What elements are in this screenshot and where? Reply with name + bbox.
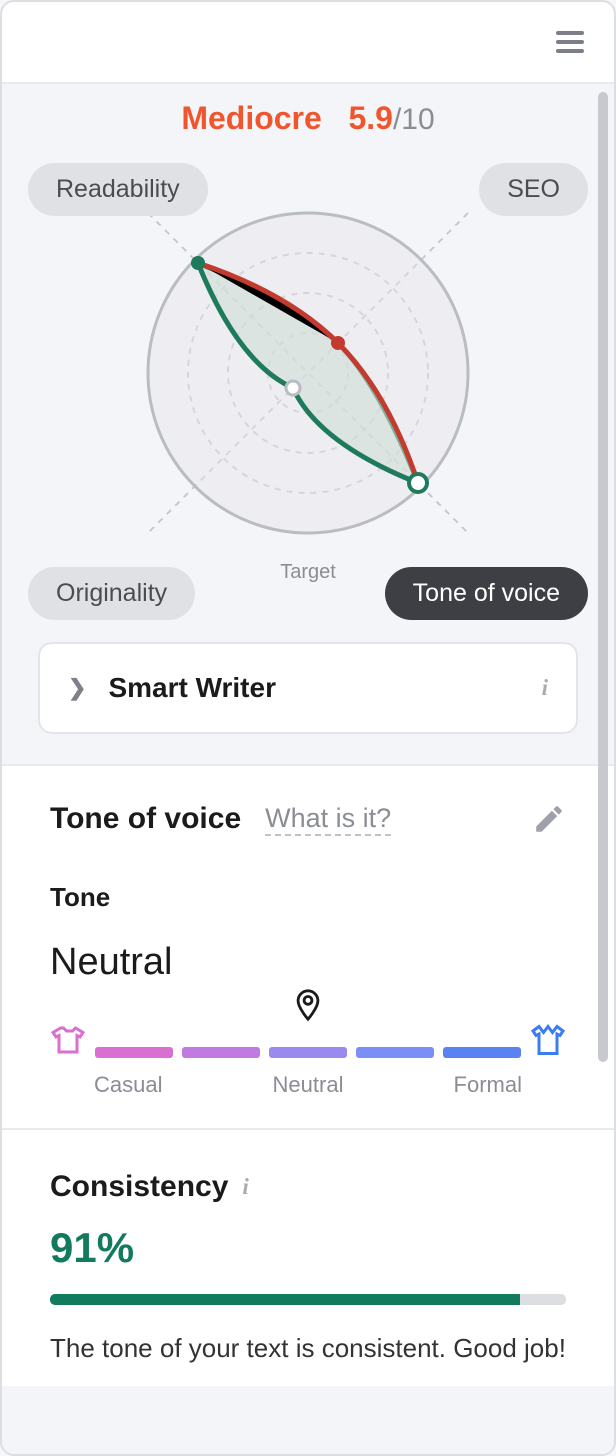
app-frame: Mediocre 5.9/10 Readability SEO Original… bbox=[0, 0, 616, 1456]
consistency-section: Consistency i 91% The tone of your text … bbox=[2, 1128, 614, 1386]
tone-seg-3 bbox=[269, 1047, 347, 1058]
tov-section-title: Tone of voice bbox=[50, 802, 241, 836]
menu-icon[interactable] bbox=[556, 25, 590, 59]
tone-label-casual: Casual bbox=[94, 1072, 162, 1098]
tone-label: Tone bbox=[50, 882, 566, 913]
smart-writer-label: Smart Writer bbox=[108, 672, 276, 704]
scrollbar[interactable] bbox=[598, 92, 608, 1062]
score-max: /10 bbox=[393, 103, 435, 136]
pill-tone-of-voice[interactable]: Tone of voice bbox=[385, 567, 588, 620]
tone-seg-5 bbox=[443, 1047, 521, 1058]
info-icon[interactable]: i bbox=[242, 1174, 248, 1200]
tone-label-neutral: Neutral bbox=[273, 1072, 344, 1098]
tone-value: Neutral bbox=[50, 941, 566, 984]
info-icon[interactable]: i bbox=[542, 675, 548, 701]
pill-readability[interactable]: Readability bbox=[28, 163, 208, 216]
radar-area: Readability SEO Originality Tone of voic… bbox=[2, 137, 614, 618]
consistency-message: The tone of your text is consistent. Goo… bbox=[50, 1331, 566, 1366]
tone-slider[interactable] bbox=[50, 1022, 566, 1058]
tone-label-formal: Formal bbox=[454, 1072, 522, 1098]
tone-seg-1 bbox=[95, 1047, 173, 1058]
topbar bbox=[2, 2, 614, 84]
pill-originality[interactable]: Originality bbox=[28, 567, 195, 620]
consistency-percent: 91% bbox=[50, 1224, 566, 1272]
edit-icon[interactable] bbox=[532, 802, 566, 836]
tone-seg-2 bbox=[182, 1047, 260, 1058]
overall-score: Mediocre 5.9/10 bbox=[2, 84, 614, 137]
score-word: Mediocre bbox=[181, 100, 321, 136]
consistency-bar-fill bbox=[50, 1294, 520, 1305]
tone-seg-4 bbox=[356, 1047, 434, 1058]
tshirt-icon bbox=[50, 1022, 86, 1058]
tone-slider-labels: Casual Neutral Formal bbox=[50, 1072, 566, 1098]
smart-writer-row[interactable]: ❯ Smart Writer i bbox=[38, 642, 578, 734]
formal-shirt-icon bbox=[530, 1022, 566, 1058]
score-value: 5.9 bbox=[348, 100, 392, 136]
consistency-title: Consistency bbox=[50, 1170, 228, 1204]
chevron-right-icon: ❯ bbox=[68, 675, 86, 701]
tov-what-is-it-link[interactable]: What is it? bbox=[265, 803, 391, 836]
pill-seo[interactable]: SEO bbox=[479, 163, 588, 216]
consistency-bar bbox=[50, 1294, 566, 1305]
map-pin-icon bbox=[291, 988, 325, 1027]
tone-of-voice-section: Tone of voice What is it? Tone Neutral C… bbox=[2, 764, 614, 1128]
radar-chart bbox=[128, 193, 488, 553]
